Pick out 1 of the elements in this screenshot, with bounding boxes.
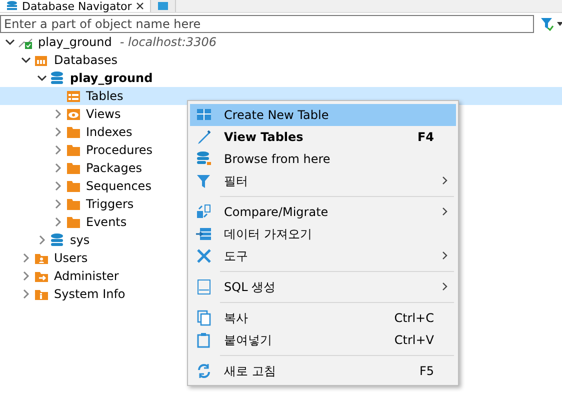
connection-host: - localhost:3306 bbox=[120, 35, 216, 49]
